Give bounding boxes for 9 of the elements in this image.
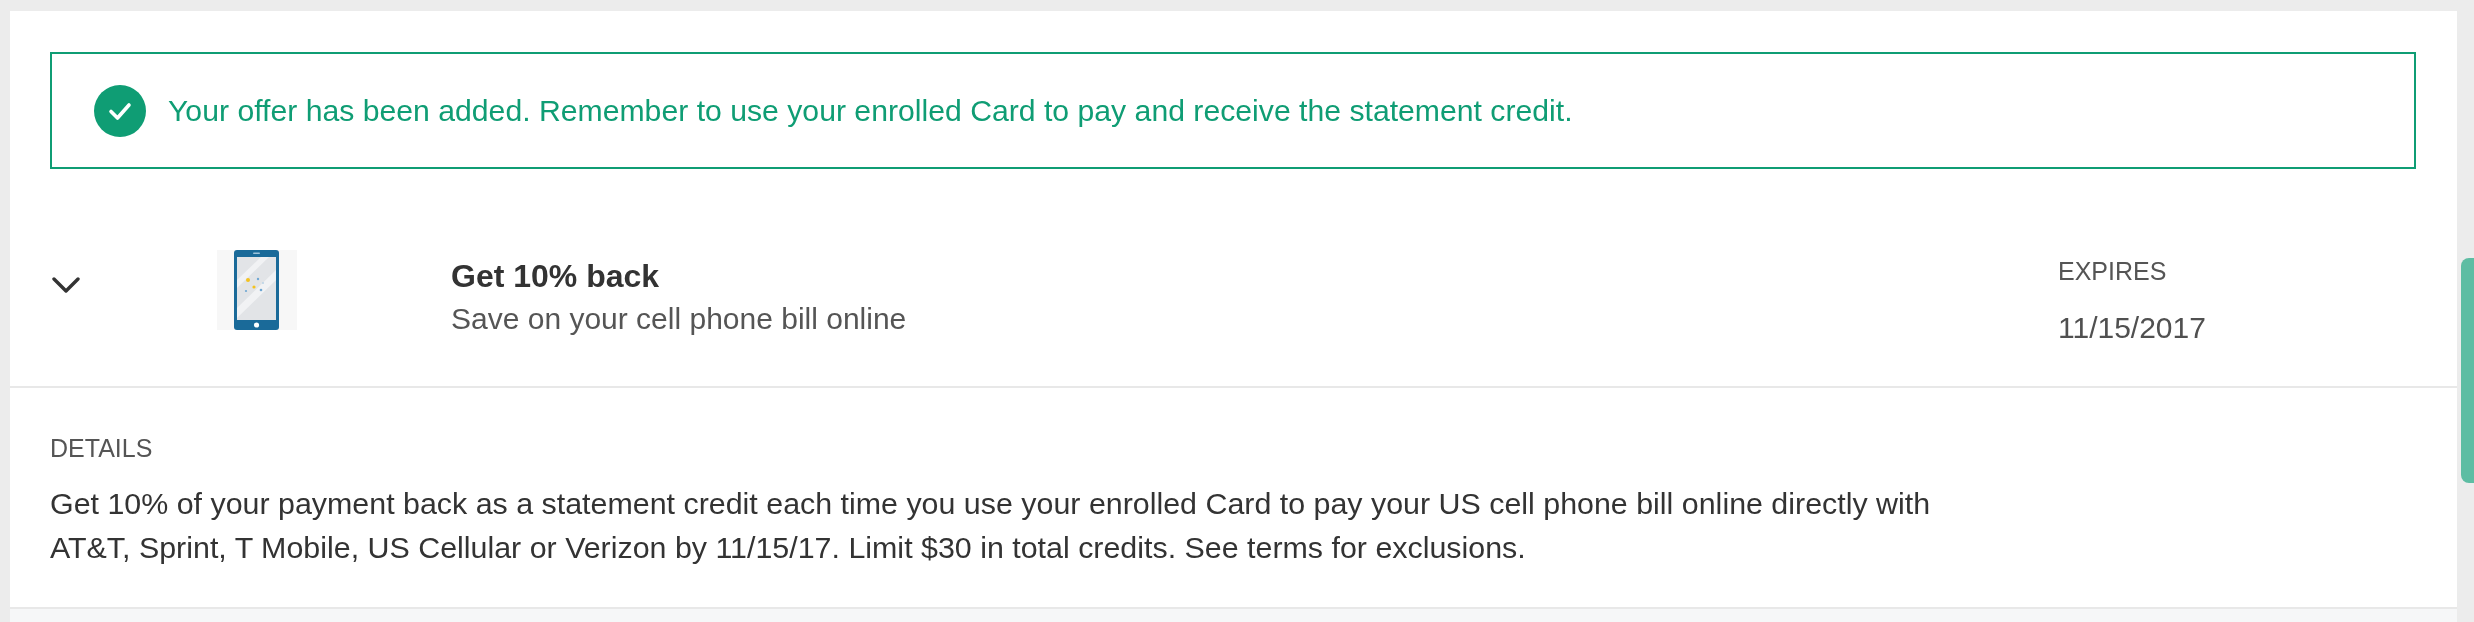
offer-subtitle: Save on your cell phone bill online bbox=[451, 301, 907, 337]
expires-date: 11/15/2017 bbox=[2058, 310, 2206, 346]
expires-label: EXPIRES bbox=[2058, 256, 2167, 286]
details-heading: DETAILS bbox=[50, 433, 153, 463]
phone-icon bbox=[217, 250, 297, 330]
details-text: Get 10% of your payment back as a statement credit each time you use your enrolled Card to pay your US cell phone bill online directly with AT&T, Sprint, T Mobile, US Cellular or Verizon by 11/15/17. Limit $30 in total credits. See terms for exclusions. bbox=[50, 485, 1932, 566]
offer-title: Get 10% back bbox=[451, 257, 660, 295]
banner-message: Your offer has been added. Remember to use your enrolled Card to pay and receive the statement credit. bbox=[168, 92, 1573, 129]
check-circle-icon bbox=[94, 84, 146, 137]
